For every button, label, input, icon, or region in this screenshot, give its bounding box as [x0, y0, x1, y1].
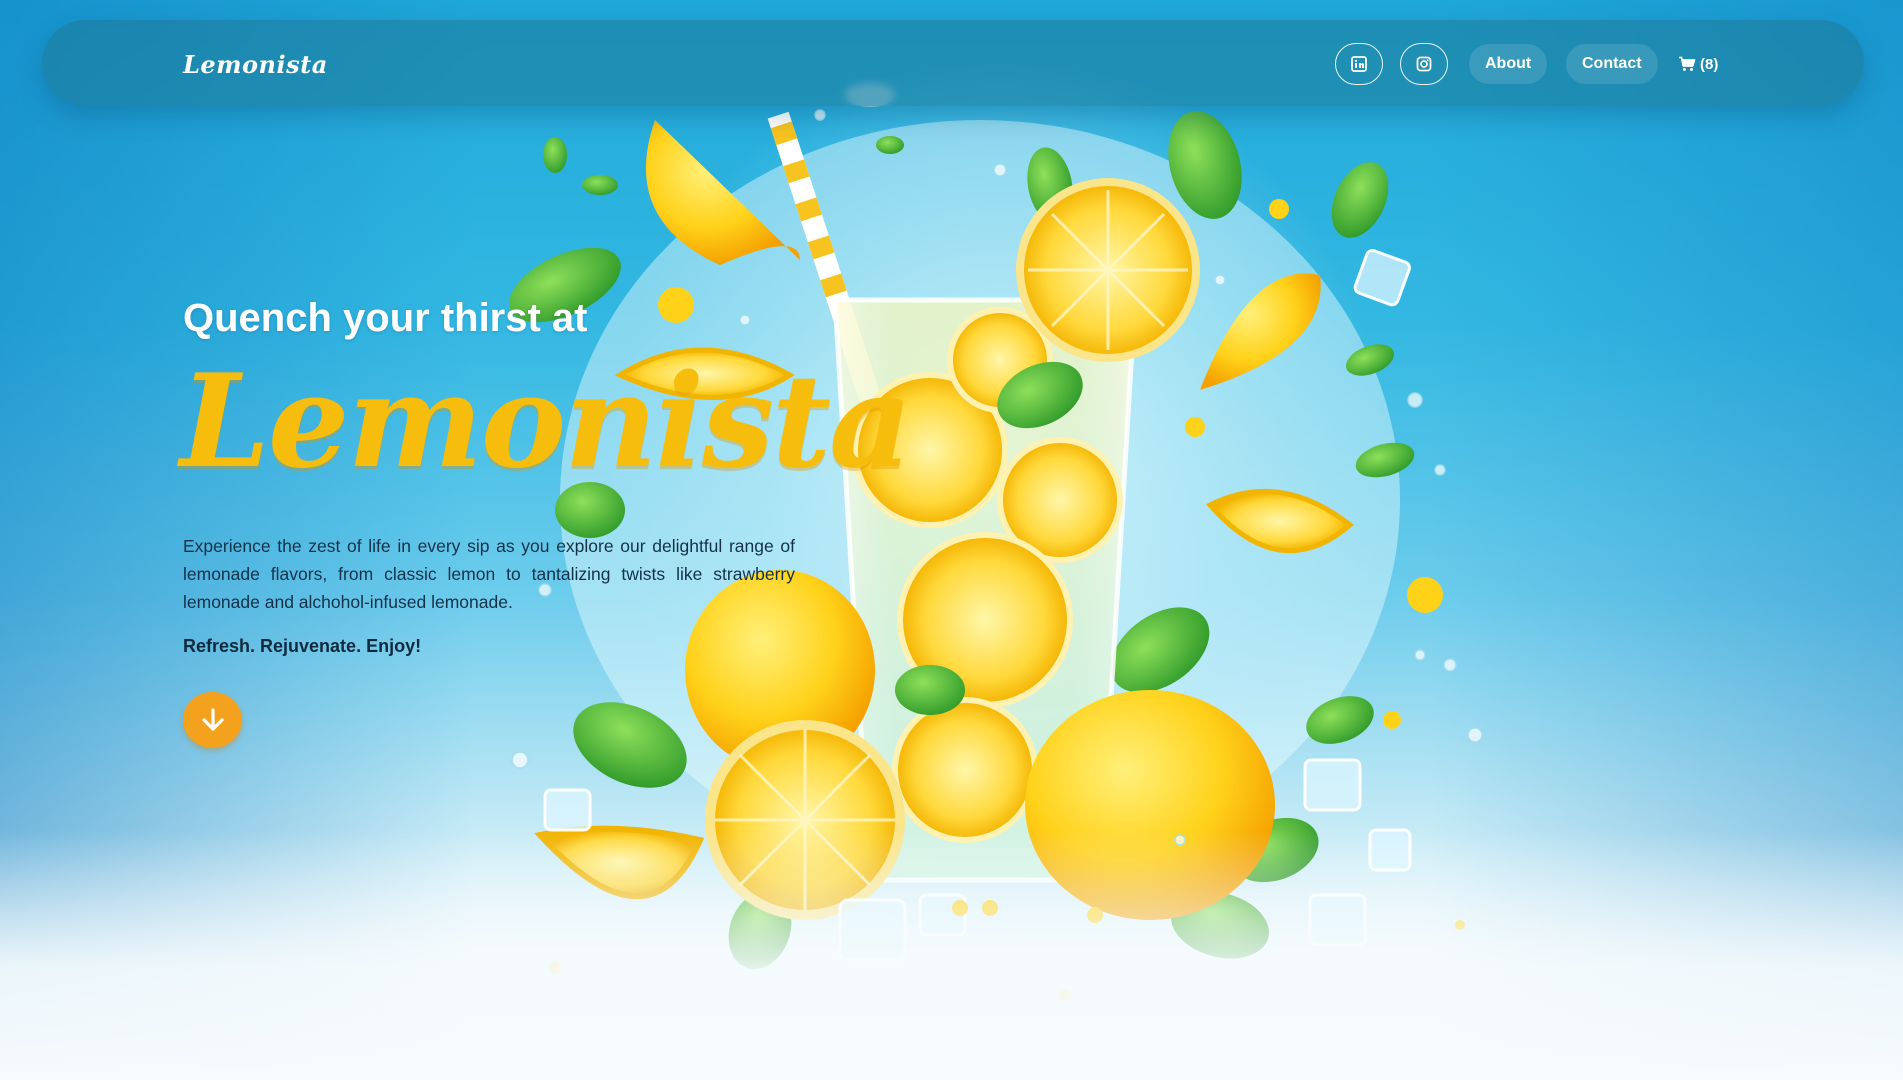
cart-count: (8): [1700, 55, 1719, 73]
brand-logo[interactable]: Lemonista: [183, 50, 328, 79]
bottom-fade: [0, 830, 1903, 1080]
about-link[interactable]: About: [1469, 44, 1548, 84]
cart-button[interactable]: (8): [1678, 44, 1718, 84]
hero-tagline: Refresh. Rejuvenate. Enjoy!: [183, 636, 422, 656]
scroll-down-button[interactable]: [183, 692, 242, 748]
instagram-button[interactable]: [1400, 43, 1448, 85]
hero-title: Lemonista: [180, 347, 912, 497]
hero-description: Experience the zest of life in every sip…: [183, 536, 795, 612]
hero-subtitle: Quench your thirst at: [183, 296, 588, 340]
linkedin-button[interactable]: [1335, 43, 1383, 85]
contact-link[interactable]: Contact: [1566, 44, 1658, 84]
linkedin-icon: [1351, 56, 1367, 72]
cart-icon: [1679, 56, 1696, 71]
instagram-icon: [1416, 56, 1432, 72]
arrow-down-icon: [201, 708, 224, 731]
